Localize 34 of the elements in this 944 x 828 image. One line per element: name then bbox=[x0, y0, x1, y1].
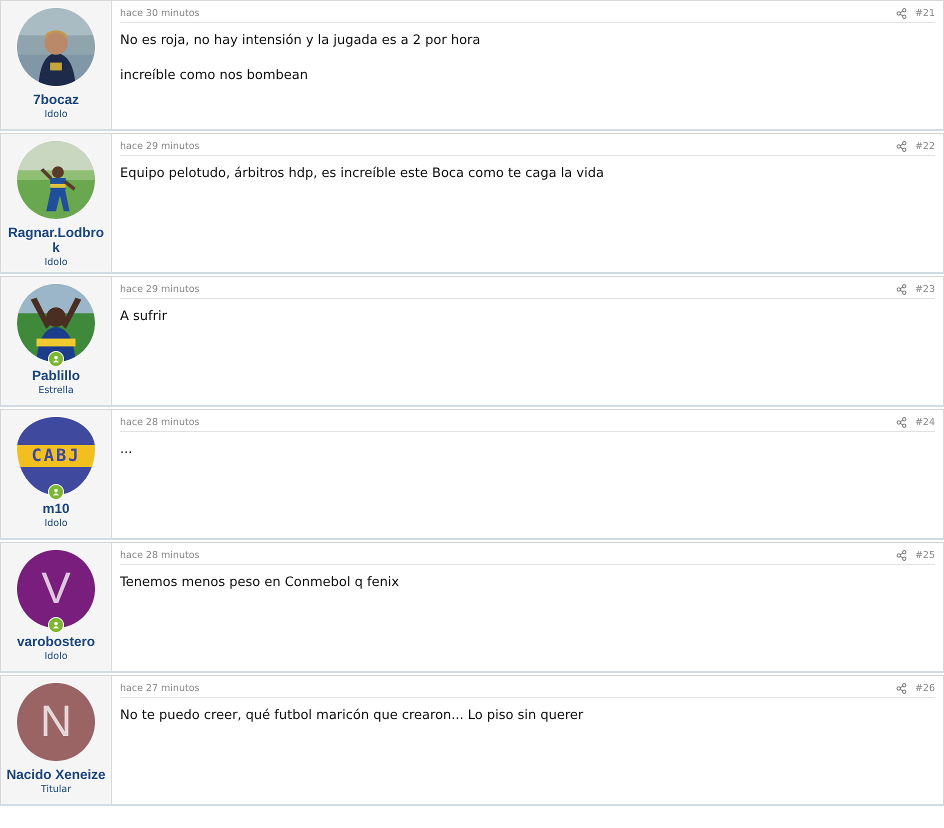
post-number[interactable]: #24 bbox=[914, 417, 935, 428]
post-time[interactable]: hace 30 minutos bbox=[120, 8, 200, 19]
username-link[interactable]: varobostero bbox=[4, 634, 108, 649]
post-time[interactable]: hace 29 minutos bbox=[120, 284, 200, 295]
message-text: Tenemos menos peso en Conmebol q fenix bbox=[120, 574, 400, 591]
post-time[interactable]: hace 29 minutos bbox=[120, 141, 200, 152]
post-time[interactable]: hace 28 minutos bbox=[120, 550, 200, 561]
message-text: No es roja, no hay intensión y la jugada es a 2 por hora bbox=[120, 32, 482, 49]
username-link[interactable]: 7bocaz bbox=[4, 92, 108, 107]
user-title: Estrella bbox=[38, 385, 74, 396]
post-time[interactable]: hace 27 minutos bbox=[120, 683, 200, 694]
message-text: ... bbox=[120, 441, 134, 458]
message-text: A sufrir bbox=[120, 308, 168, 325]
username-link[interactable]: Pablillo bbox=[4, 368, 108, 383]
user-title: Idolo bbox=[44, 257, 68, 268]
user-title: Titular bbox=[40, 784, 72, 795]
post-number[interactable]: #25 bbox=[914, 550, 935, 561]
letter-avatar: V bbox=[17, 550, 95, 628]
post-number[interactable]: #21 bbox=[914, 8, 935, 19]
user-title: Idolo bbox=[44, 651, 68, 662]
logo-text: CABJ bbox=[32, 446, 80, 466]
username-link[interactable]: Nacido Xeneize bbox=[4, 767, 108, 782]
user-title: Idolo bbox=[44, 518, 68, 529]
post-number[interactable]: #22 bbox=[914, 141, 935, 152]
post-number[interactable]: #23 bbox=[914, 284, 935, 295]
username-link[interactable]: m10 bbox=[4, 501, 108, 516]
letter-avatar: N bbox=[17, 683, 95, 761]
message-text: No te puedo creer, qué futbol maricón que crearon... Lo piso sin querer bbox=[120, 707, 584, 724]
message-text: increíble como nos bombean bbox=[120, 67, 309, 84]
post-number[interactable]: #26 bbox=[914, 683, 935, 694]
post-time[interactable]: hace 28 minutos bbox=[120, 417, 200, 428]
message-text: Equipo pelotudo, árbitros hdp, es increíble este Boca como te caga la vida bbox=[120, 165, 605, 182]
username-link[interactable]: Ragnar.Lodbrok bbox=[4, 225, 108, 255]
user-title: Idolo bbox=[44, 109, 68, 120]
